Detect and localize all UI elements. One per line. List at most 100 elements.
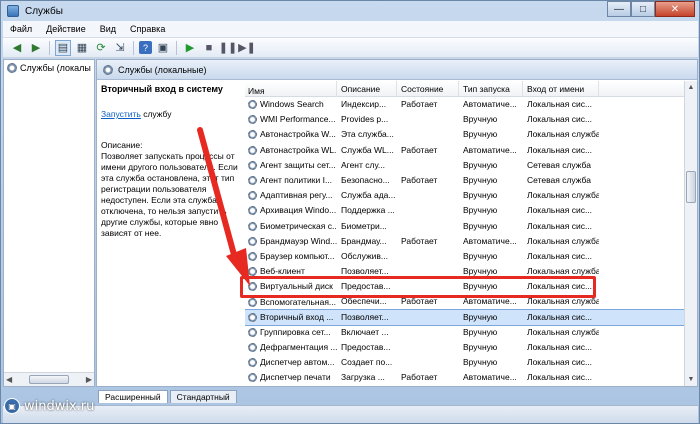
view-icon[interactable]: ▣ [155,40,171,56]
scroll-right-icon[interactable]: ▶ [86,375,92,384]
pause-service-icon[interactable]: ❚❚ [219,40,237,56]
properties-icon[interactable]: ▦ [74,40,90,56]
gear-icon [248,297,257,307]
menu-view[interactable]: Вид [93,24,123,34]
description-cell: Безопасно... [341,174,390,185]
gear-icon [248,206,257,216]
menu-help[interactable]: Справка [123,24,172,34]
console-tree: Службы (локалы ◀ ▶ [3,59,95,387]
start-service-link[interactable]: Запустить [101,109,141,119]
description-label: Описание: [101,140,143,150]
table-row[interactable]: Дефрагментация ... Предостав... Вручную Лок… [245,340,685,355]
cell-text: Группировка сет... [260,326,331,337]
forward-arrow-icon[interactable]: ▶ [28,40,44,56]
gear-icon [248,312,257,322]
gear-icon [248,145,257,155]
description-cell: Создает по... [341,357,393,368]
service-name-cell: Дефрагментация ... [245,340,337,355]
scroll-down-icon[interactable]: ▼ [685,373,697,386]
pane-title: Службы (локальные) [118,64,207,75]
cell-text: Дефрагментация ... [260,342,337,353]
column-description[interactable]: Описание [337,81,397,97]
table-row[interactable]: Браузер компьют... Обслужив... Вручную Лока… [245,249,685,264]
table-row[interactable]: Группировка сет... Включает ... Вручную Лок… [245,325,685,340]
log-on-cell: Локальная сис... [527,250,593,261]
table-vertical-scrollbar[interactable]: ▲ ▼ [684,81,697,386]
service-name-cell: Диспетчер автом... [245,355,337,370]
table-row[interactable]: Агент политики I... Безопасно... Работает В… [245,173,685,188]
service-name: Вторичный вход в систему [101,84,223,94]
start-service-icon[interactable]: ▶ [182,40,198,56]
scroll-left-icon[interactable]: ◀ [6,375,12,384]
table-row[interactable]: Адаптивная регу... Служба ада... Вручную Ло… [245,188,685,203]
restart-service-icon[interactable]: ▶❚ [238,40,256,56]
description-cell: Биометри... [341,220,387,231]
stop-service-icon[interactable]: ■ [201,40,217,56]
service-description: Позволяет запускать процессы от имени др… [101,151,238,238]
minimize-button[interactable]: — [607,1,631,17]
description-cell: Служба WL... [341,144,394,155]
log-on-cell: Локальная сис... [527,114,593,125]
close-button[interactable]: ✕ [655,1,695,17]
status-cell [397,188,459,203]
gear-icon [248,236,257,246]
table-row[interactable]: Биометрическая с... Биометри... Вручную Лок… [245,219,685,234]
service-name-cell: Автонастройка W... [245,127,337,142]
maximize-button[interactable]: □ [631,1,655,17]
column-log-on-as[interactable]: Вход от имени [523,81,599,97]
scroll-thumb[interactable] [686,171,696,203]
table-row[interactable]: Диспетчер печати Загрузка ... Работает Авто… [245,370,685,385]
column-status[interactable]: Состояние [397,81,459,97]
scroll-up-icon[interactable]: ▲ [685,81,697,94]
log-on-cell: Локальная сис... [527,220,593,231]
tab-standard[interactable]: Стандартный [169,390,237,403]
back-arrow-icon[interactable]: ◀ [9,40,25,56]
service-name-cell: WMI Performance... [245,112,337,127]
log-on-cell: Локальная служба [527,190,599,201]
column-name[interactable]: Имя [245,81,337,97]
startup-type-cell: Вручную [463,311,498,322]
log-on-cell: Локальная сис... [527,342,593,352]
table-row[interactable]: Автонастройка WL... Служба WL... Работает А… [245,143,685,158]
status-cell [397,249,459,264]
startup-type-cell: Вручную [463,326,498,337]
table-row[interactable]: Архивация Windo... Поддержка ... Вручную Ло… [245,203,685,218]
gear-icon [248,358,257,368]
status-cell [397,203,459,218]
cell-text: Браузер компьют... [260,250,335,261]
description-cell: Provides p... [341,114,389,125]
startup-type-cell: Автоматиче... [463,99,517,109]
table-row[interactable]: Вторичный вход ... Позволяет... Вручную Лок… [245,308,685,326]
cell-text: Адаптивная регу... [260,190,333,201]
refresh-icon[interactable]: ⟳ [93,40,109,56]
log-on-cell: Сетевая служба [527,159,591,170]
service-name-cell: Браузер компьют... [245,249,337,264]
services-pane: Службы (локальные) Вторичный вход в сист… [96,59,698,387]
table-row[interactable]: Агент защиты сет... Агент слу... Вручную Се… [245,158,685,173]
column-startup-type[interactable]: Тип запуска [459,81,523,97]
tab-extended[interactable]: Расширенный [98,390,168,403]
export-list-icon[interactable]: ⇲ [112,40,128,56]
startup-type-cell: Вручную [463,190,498,201]
table-row[interactable]: Windows Search Индексир... Работает Автомат… [245,97,685,112]
table-row[interactable]: Автонастройка W... Эта служба... Вручную Ло… [245,127,685,142]
view-tabs: Расширенный Стандартный [96,388,698,403]
description-cell: Индексир... [341,99,387,109]
log-on-cell: Локальная сис... [527,311,593,322]
scroll-thumb[interactable] [29,375,69,384]
menu-action[interactable]: Действие [39,24,93,34]
table-body: Windows Search Индексир... Работает Автомат… [245,97,685,385]
help-icon[interactable]: ? [139,41,152,54]
status-cell [397,310,459,325]
table-row[interactable]: Брандмауэр Wind... Брандмау... Работает Авт… [245,234,685,249]
cell-text: Автонастройка WL... [260,144,337,155]
description-cell: Брандмау... [341,235,387,246]
console-tree-icon[interactable]: ▤ [55,39,71,56]
table-row[interactable]: WMI Performance... Provides p... Вручную Ло… [245,112,685,127]
status-cell [397,112,459,127]
tree-horizontal-scrollbar[interactable]: ◀ ▶ [4,372,94,386]
menu-file[interactable]: Файл [3,24,39,34]
startup-type-cell: Автоматиче... [463,144,517,155]
table-row[interactable]: Диспетчер автом... Создает по... Вручную Ло… [245,355,685,370]
tree-item-services[interactable]: Службы (локалы [4,60,94,76]
